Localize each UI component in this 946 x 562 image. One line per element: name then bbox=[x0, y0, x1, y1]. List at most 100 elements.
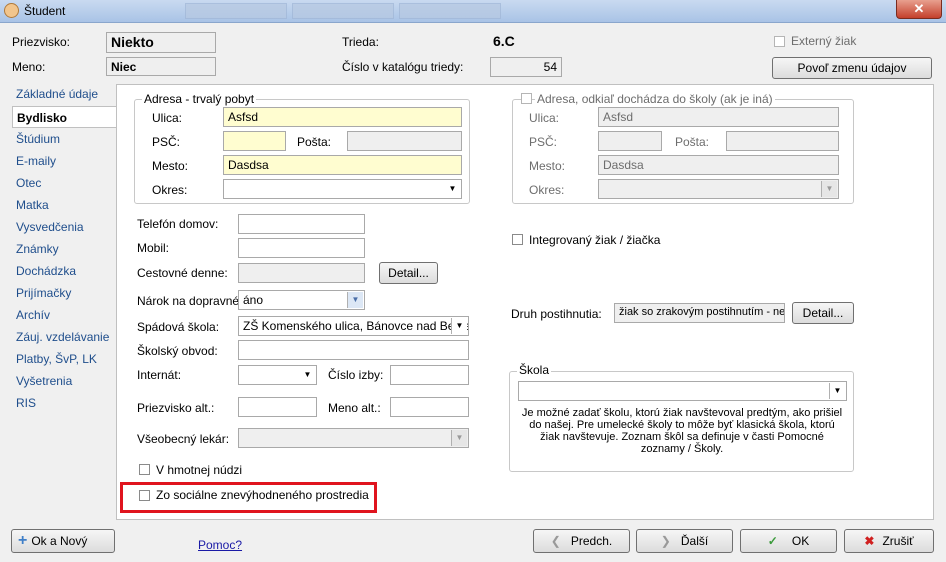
help-link[interactable]: Pomoc? bbox=[198, 538, 242, 552]
perm-post-label: Pošta: bbox=[297, 135, 332, 149]
ghost-filter-button bbox=[399, 3, 501, 19]
previous-button[interactable]: ❮ Predch. bbox=[533, 529, 630, 553]
school-group-legend: Škola bbox=[517, 363, 552, 377]
perm-street-field[interactable]: Asfsd bbox=[223, 107, 462, 127]
catchment-school-select[interactable]: ZŠ Komenského ulica, Bánovce nad Bebra ▼ bbox=[238, 316, 469, 336]
close-icon: ✕ bbox=[913, 1, 925, 16]
surname-field[interactable]: Niekto bbox=[106, 32, 216, 53]
perm-zip-label: PSČ: bbox=[152, 135, 181, 149]
perm-city-field[interactable]: Dasdsa bbox=[223, 155, 462, 175]
chevron-down-icon: ▼ bbox=[451, 318, 467, 334]
school-zip-label: PSČ: bbox=[529, 135, 558, 149]
catchment-school-label: Spádová škola: bbox=[137, 320, 220, 334]
chevron-left-icon: ❮ bbox=[550, 534, 561, 548]
sidebar-item-vysvedcenia[interactable]: Vysvedčenia bbox=[12, 216, 116, 238]
school-street-field[interactable]: Asfsd bbox=[598, 107, 839, 127]
student-app-icon bbox=[4, 3, 19, 18]
sidebar-item-otec[interactable]: Otec bbox=[12, 172, 116, 194]
window-title: Študent bbox=[24, 4, 66, 18]
name-label: Meno: bbox=[12, 60, 46, 74]
cross-icon: ✖ bbox=[864, 534, 875, 548]
perm-zip-field[interactable] bbox=[223, 131, 286, 151]
sidebar-item-archiv[interactable]: Archív bbox=[12, 304, 116, 326]
name-field[interactable]: Niec bbox=[106, 57, 216, 76]
disability-field[interactable]: žiak so zrakovým postihnutím - nev bbox=[614, 303, 785, 323]
chevron-down-icon: ▼ bbox=[300, 367, 315, 383]
mobile-field[interactable] bbox=[238, 238, 365, 258]
integrated-checkbox[interactable] bbox=[512, 234, 523, 245]
chevron-down-icon: ▼ bbox=[821, 181, 837, 197]
school-street-label: Ulica: bbox=[529, 111, 560, 125]
home-phone-field[interactable] bbox=[238, 214, 365, 234]
chevron-right-icon: ❯ bbox=[660, 534, 671, 548]
alt-surname-label: Priezvisko alt.: bbox=[137, 401, 215, 415]
travel-detail-button[interactable]: Detail... bbox=[379, 262, 438, 284]
disadvantaged-checkbox[interactable] bbox=[139, 490, 150, 501]
dormitory-label: Internát: bbox=[137, 368, 182, 382]
disadvantaged-label: Zo sociálne znevýhodneného prostredia bbox=[156, 488, 369, 502]
doctor-select[interactable]: ▼ bbox=[238, 428, 469, 448]
perm-district-select[interactable]: ▼ bbox=[223, 179, 462, 199]
previous-school-select[interactable]: ▼ bbox=[518, 381, 847, 401]
sidebar-item-znamky[interactable]: Známky bbox=[12, 238, 116, 260]
sidebar-item-zakladne-udaje[interactable]: Základné údaje bbox=[12, 84, 116, 106]
close-window-button[interactable]: ✕ bbox=[896, 0, 942, 19]
chevron-down-icon: ▼ bbox=[829, 383, 845, 399]
sidebar-item-emaily[interactable]: E-maily bbox=[12, 150, 116, 172]
room-number-field[interactable] bbox=[390, 365, 469, 385]
perm-post-field[interactable] bbox=[347, 131, 462, 151]
school-district-select[interactable]: ▼ bbox=[598, 179, 839, 199]
school-post-label: Pošta: bbox=[675, 135, 710, 149]
dormitory-select[interactable]: ▼ bbox=[238, 365, 317, 385]
school-address-legend: Adresa, odkiaľ dochádza do školy (ak je … bbox=[535, 92, 775, 106]
transport-claim-select[interactable]: áno ▼ bbox=[238, 290, 365, 310]
mobile-label: Mobil: bbox=[137, 241, 170, 255]
external-student-checkbox[interactable] bbox=[774, 36, 785, 47]
ghost-save-order-button bbox=[292, 3, 394, 19]
cancel-button[interactable]: ✖ Zrušiť bbox=[844, 529, 934, 553]
next-button[interactable]: ❯ Ďalší bbox=[636, 529, 733, 553]
disability-detail-button[interactable]: Detail... bbox=[792, 302, 854, 324]
travel-cost-field[interactable] bbox=[238, 263, 365, 283]
sidebar-item-platby[interactable]: Platby, ŠvP, LK bbox=[12, 348, 116, 370]
doctor-label: Všeobecný lekár: bbox=[137, 432, 230, 446]
sidebar-item-matka[interactable]: Matka bbox=[12, 194, 116, 216]
school-address-checkbox[interactable] bbox=[521, 93, 532, 104]
school-post-field[interactable] bbox=[726, 131, 839, 151]
alt-name-field[interactable] bbox=[390, 397, 469, 417]
school-city-label: Mesto: bbox=[529, 159, 566, 173]
disability-label: Druh postihnutia: bbox=[511, 307, 602, 321]
sidebar-item-dochadzka[interactable]: Dochádzka bbox=[12, 260, 116, 282]
room-number-label: Číslo izby: bbox=[328, 368, 384, 382]
class-label: Trieda: bbox=[342, 35, 379, 49]
school-district-zone-field[interactable] bbox=[238, 340, 469, 360]
material-need-label: V hmotnej núdzi bbox=[156, 463, 243, 477]
chevron-down-icon: ▼ bbox=[451, 430, 467, 446]
catalog-number-field[interactable]: 54 bbox=[490, 57, 562, 77]
permanent-address-legend: Adresa - trvalý pobyt bbox=[142, 92, 257, 106]
sidebar: Základné údaje Bydlisko Štúdium E-maily … bbox=[12, 84, 116, 414]
school-district-zone-label: Školský obvod: bbox=[137, 344, 218, 358]
ok-and-new-button[interactable]: + Ok a Nový bbox=[11, 529, 115, 553]
school-zip-field[interactable] bbox=[598, 131, 662, 151]
sidebar-item-bydlisko[interactable]: Bydlisko bbox=[12, 106, 116, 128]
alt-surname-field[interactable] bbox=[238, 397, 317, 417]
sidebar-item-vysetrenia[interactable]: Vyšetrenia bbox=[12, 370, 116, 392]
sidebar-item-prijimacky[interactable]: Prijímačky bbox=[12, 282, 116, 304]
sidebar-item-ris[interactable]: RIS bbox=[12, 392, 116, 414]
external-student-label: Externý žiak bbox=[791, 34, 857, 48]
school-city-field[interactable]: Dasdsa bbox=[598, 155, 839, 175]
material-need-checkbox[interactable] bbox=[139, 464, 150, 475]
chevron-down-icon: ▼ bbox=[445, 181, 460, 197]
title-bar: Študent ✕ bbox=[0, 0, 946, 23]
surname-label: Priezvisko: bbox=[12, 35, 71, 49]
sidebar-item-zauj-vzdelavanie[interactable]: Záuj. vzdelávanie bbox=[12, 326, 116, 348]
alt-name-label: Meno alt.: bbox=[328, 401, 381, 415]
transport-claim-label: Nárok na dopravné: bbox=[137, 294, 243, 308]
chevron-down-icon: ▼ bbox=[347, 292, 363, 308]
school-district-label: Okres: bbox=[529, 183, 565, 197]
class-value: 6.C bbox=[493, 33, 515, 49]
allow-edit-button[interactable]: Povoľ zmenu údajov bbox=[772, 57, 932, 79]
ok-button[interactable]: ✓ OK bbox=[740, 529, 837, 553]
sidebar-item-studium[interactable]: Štúdium bbox=[12, 128, 116, 150]
